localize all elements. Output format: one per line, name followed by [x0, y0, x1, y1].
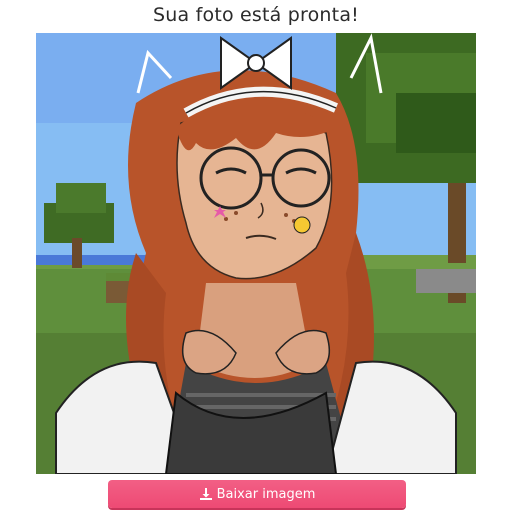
download-button-label: Baixar imagem	[216, 486, 316, 502]
page-title: Sua foto está pronta!	[153, 4, 359, 26]
download-image-button[interactable]: Baixar imagem	[108, 480, 406, 508]
avatar-illustration	[36, 33, 476, 474]
avatar-image	[36, 33, 476, 474]
result-page: Sua foto está pronta! Baixar imagem	[0, 0, 512, 512]
download-icon	[199, 487, 213, 501]
